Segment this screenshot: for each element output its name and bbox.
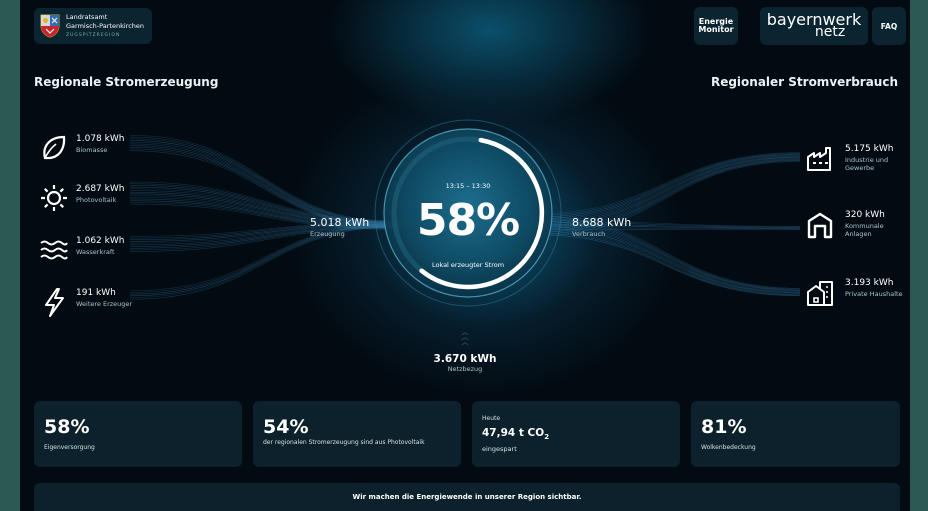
self-supply-gauge: 13:15 – 13:30 58% Lokal erzeugter Strom <box>373 118 563 308</box>
time-range: 13:15 – 13:30 <box>445 182 491 190</box>
card-label: Eigenversorgung <box>44 444 95 451</box>
house-icon <box>805 278 835 308</box>
flow-line-haushalte <box>529 230 801 295</box>
card-value: 58% <box>44 416 90 438</box>
flow-line-photovoltaik <box>129 181 401 221</box>
flow-line-haushalte <box>529 220 801 291</box>
consumption-total: 8.688 kWh Verbrauch <box>572 216 631 238</box>
card-label: eingespart <box>482 445 517 453</box>
flow-line-industrie <box>529 157 801 228</box>
source-value: 1.078 kWh <box>76 134 125 144</box>
leaf-icon <box>38 132 70 164</box>
source-value: 2.687 kWh <box>76 184 125 194</box>
flow-line-industrie <box>529 157 801 227</box>
flow-line-biomasse <box>129 145 401 227</box>
consumer-value: 5.175 kWh <box>845 144 894 154</box>
source-label: Biomasse <box>76 146 108 154</box>
consumer-label: Private Haushalte <box>845 290 903 298</box>
consumer-value: 3.193 kWh <box>845 278 894 288</box>
hall-icon <box>805 210 835 240</box>
slogan-text: Wir machen die Energiewende in unserer R… <box>352 493 582 501</box>
flow-line-haushalte <box>529 225 801 293</box>
flow-line-industrie <box>529 155 801 223</box>
waves-icon <box>38 234 70 266</box>
dashboard: Landratsamt Garmisch-Partenkirchen ZUGSP… <box>20 0 910 511</box>
flow-line-haushalte <box>529 227 801 294</box>
source-value: 191 kWh <box>76 288 116 298</box>
card-self-supply: 58% Eigenversorgung <box>34 401 242 467</box>
card-value: 81% <box>701 416 747 438</box>
flow-line-biomasse <box>129 140 401 225</box>
generation-total-value: 5.018 kWh <box>310 216 370 229</box>
source-label: Photovoltaik <box>76 196 117 204</box>
flow-line-haushalte <box>529 223 801 292</box>
grid-import-value: 3.670 kWh <box>433 353 497 365</box>
source-label: Weitere Erzeuger <box>76 300 133 308</box>
grid-import: ︿ ︿ ︿ 3.670 kWh Netzbezug <box>420 328 510 374</box>
card-label: Wolkenbedeckung <box>701 444 756 451</box>
flow-line-haushalte <box>529 228 801 294</box>
flow-line-industrie <box>529 156 801 225</box>
generation-total-label: Erzeugung <box>310 230 345 238</box>
consumption-total-value: 8.688 kWh <box>572 216 632 229</box>
card-label: der regionalen Stromerzeugung sind aus P… <box>263 439 425 446</box>
flow-line-biomasse <box>129 146 401 227</box>
consumer-label: Kommunale Anlagen <box>845 222 884 238</box>
card-value: 54% <box>263 416 309 438</box>
local-share-label: Lokal erzeugter Strom <box>431 261 505 269</box>
card-cloud-cover: 81% Wolkenbedeckung <box>691 401 900 467</box>
source-label: Wasserkraft <box>76 248 115 256</box>
consumer-value: 320 kWh <box>845 210 885 220</box>
source-value: 1.062 kWh <box>76 236 125 246</box>
factory-icon <box>805 144 835 174</box>
generation-total: 5.018 kWh Erzeugung <box>310 216 369 238</box>
lightning-icon <box>38 286 70 318</box>
grid-import-label: Netzbezug <box>447 365 483 373</box>
consumption-total-label: Verbrauch <box>572 230 606 238</box>
flow-line-industrie <box>529 155 801 222</box>
sun-icon <box>38 182 70 214</box>
card-co2-saved: Heute 47,94 t CO2 eingespart <box>472 401 680 467</box>
local-share-percent: 58% <box>416 195 520 246</box>
card-pre-label: Heute <box>482 415 501 422</box>
card-photovoltaik-share: 54% der regionalen Stromerzeugung sind a… <box>253 401 461 467</box>
chevron-up-icon: ︿ ︿ ︿ <box>461 328 469 346</box>
flow-line-haushalte <box>529 222 801 292</box>
consumer-label: Industrie und Gewerbe <box>845 156 889 172</box>
card-value: 47,94 t CO2 <box>482 427 550 442</box>
slogan-banner: Wir machen die Energiewende in unserer R… <box>34 483 900 511</box>
